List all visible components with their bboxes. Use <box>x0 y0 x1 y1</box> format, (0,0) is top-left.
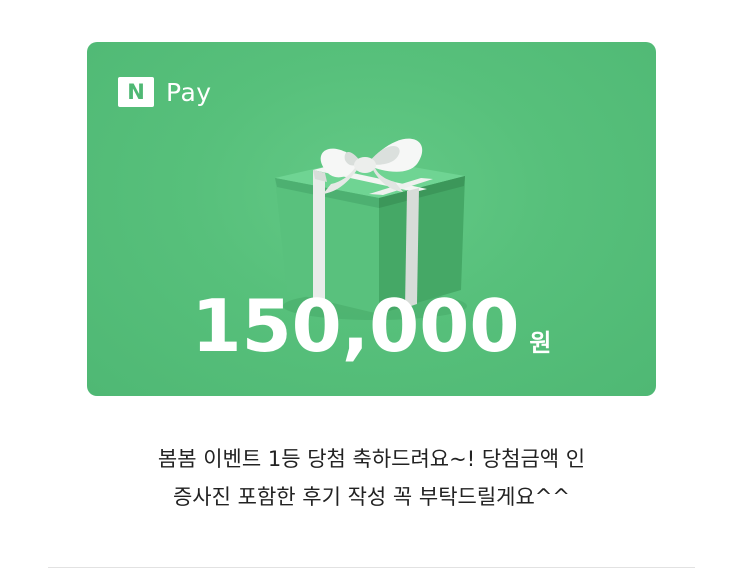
divider <box>48 567 695 568</box>
gift-amount: 150,000 원 <box>87 290 656 362</box>
amount-value: 150,000 <box>191 284 520 368</box>
npay-gift-card: N Pay 150,000 원 <box>87 42 656 396</box>
congratulation-message: 봄봄 이벤트 1등 당첨 축하드려요~! 당첨금액 인 증사진 포함한 후기 작… <box>40 440 703 516</box>
npay-logo-text: Pay <box>166 77 212 107</box>
npay-logo: N Pay <box>118 77 212 107</box>
message-line-1: 봄봄 이벤트 1등 당첨 축하드려요~! 당첨금액 인 <box>157 447 586 471</box>
amount-unit: 원 <box>529 329 552 357</box>
message-line-2: 증사진 포함한 후기 작성 꼭 부탁드릴게요^^ <box>172 485 570 509</box>
npay-logo-badge: N <box>118 77 154 107</box>
